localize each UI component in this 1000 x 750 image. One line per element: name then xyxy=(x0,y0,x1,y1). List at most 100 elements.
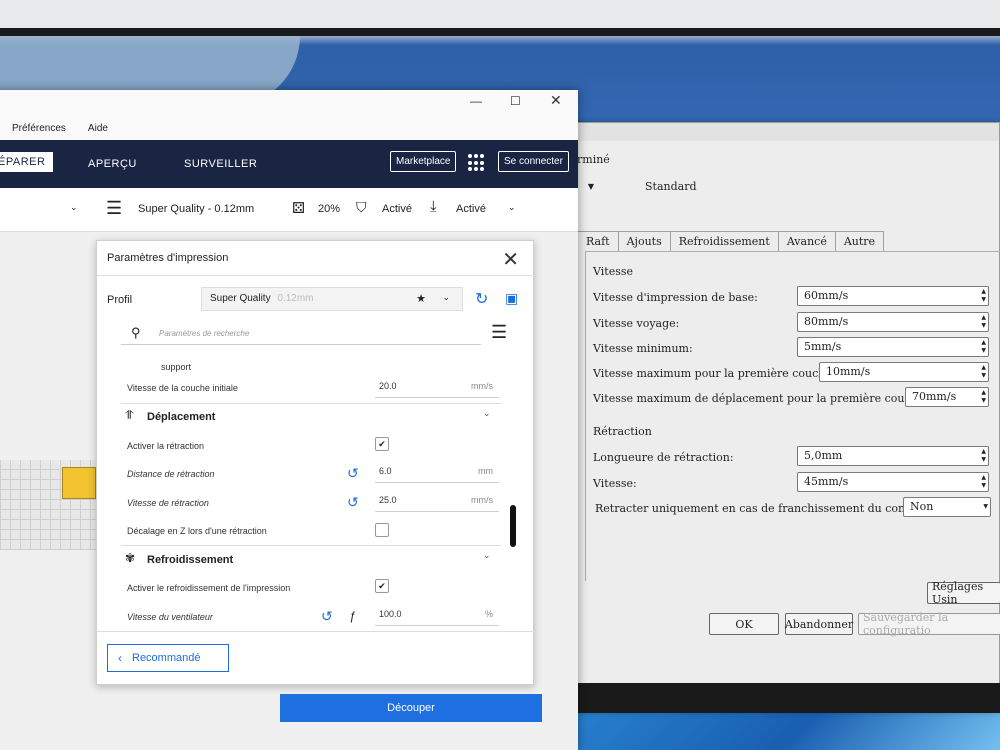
star-icon[interactable]: ★ xyxy=(416,292,426,305)
fan-speed-value: 100.0 xyxy=(379,609,402,619)
chevron-down-icon[interactable]: ⌄ xyxy=(70,202,78,213)
function-icon[interactable]: ƒ xyxy=(349,609,356,623)
recommended-label: Recommandé xyxy=(132,652,201,664)
min-speed-label: Vitesse minimum: xyxy=(593,342,693,355)
travel-speed-label: Vitesse voyage: xyxy=(593,317,680,330)
profile-select-suffix: 0.12mm xyxy=(277,293,314,304)
tab-refroidissement[interactable]: Refroidissement xyxy=(669,231,779,251)
legacy-profile-select[interactable]: ▼ Standard xyxy=(581,175,1000,197)
print-setup-toolbar[interactable]: ⌄ ☰ Super Quality - 0.12mm ⚄ 20% ⛉ Activ… xyxy=(0,188,578,232)
settings-menu-icon[interactable]: ☰ xyxy=(491,322,507,343)
z-hop-checkbox[interactable] xyxy=(375,523,389,537)
legacy-settings-dialog: rminé ▼ Standard Raft Ajouts Refroidisse… xyxy=(560,122,1000,713)
support-icon: ⛉ xyxy=(356,199,367,215)
save-profile-icon[interactable]: ▣ xyxy=(505,290,518,307)
dropdown-arrow-icon: ▼ xyxy=(587,181,595,191)
search-icon: ⚲ xyxy=(131,325,141,340)
spin-arrows-icon[interactable]: ▲ ▼ xyxy=(981,339,986,355)
menu-preferences[interactable]: Préférences xyxy=(12,123,66,134)
spin-arrows-icon[interactable]: ▲ ▼ xyxy=(981,448,986,464)
print-settings-title: Paramètres d'impression xyxy=(107,252,229,264)
retraction-speed-input[interactable]: 25.0 mm/s xyxy=(375,492,499,512)
chevron-left-icon: ‹ xyxy=(118,651,122,665)
initial-layer-speed-input[interactable]: 20.0 mm/s xyxy=(375,378,499,398)
slice-button[interactable]: Découper xyxy=(280,694,542,722)
reset-profile-icon[interactable]: ↻ xyxy=(475,289,488,309)
min-speed-input[interactable]: 5mm/s ▲ ▼ xyxy=(797,337,989,357)
enable-retraction-label: Activer la rétraction xyxy=(127,441,205,451)
spin-arrows-icon[interactable]: ▲ ▼ xyxy=(981,288,986,304)
marketplace-button[interactable]: Marketplace xyxy=(390,151,457,172)
setting-support-label: support xyxy=(161,362,192,372)
first-layer-travel-input[interactable]: 70mm/s ▲ ▼ xyxy=(905,387,989,407)
tab-prepare[interactable]: ÉPARER xyxy=(0,152,54,172)
tab-preview[interactable]: APERÇU xyxy=(88,158,137,170)
travel-category-icon: ⥣ xyxy=(125,408,134,422)
reset-icon[interactable]: ↺ xyxy=(347,465,359,482)
retraction-speed-legacy-value: 45mm/s xyxy=(804,475,849,488)
model-object[interactable] xyxy=(62,467,96,499)
unit-label: mm/s xyxy=(471,495,493,505)
apps-grid-icon[interactable] xyxy=(468,154,486,172)
support-value: Activé xyxy=(382,203,412,215)
sign-in-button[interactable]: Se connecter xyxy=(498,151,569,172)
retraction-length-input[interactable]: 5,0mm ▲ ▼ xyxy=(797,446,989,466)
retract-only-select[interactable]: Non ▼ xyxy=(903,497,991,517)
cancel-button[interactable]: Abandonner xyxy=(785,613,853,635)
legacy-tabbar: Raft Ajouts Refroidissement Avancé Autre xyxy=(577,231,885,251)
retraction-speed-legacy-input[interactable]: 45mm/s ▲ ▼ xyxy=(797,472,989,492)
travel-category[interactable]: Déplacement xyxy=(147,411,215,423)
minimize-icon[interactable]: — xyxy=(470,94,482,108)
retraction-distance-value: 6.0 xyxy=(379,466,392,476)
retraction-distance-input[interactable]: 6.0 mm xyxy=(375,463,499,483)
divider xyxy=(121,545,501,546)
chevron-down-icon[interactable]: ⌄ xyxy=(483,408,491,419)
settings-scrollbar[interactable] xyxy=(510,505,516,547)
maximize-icon[interactable]: ☐ xyxy=(510,94,521,108)
chevron-down-icon[interactable]: ⌄ xyxy=(483,550,491,561)
tab-autre[interactable]: Autre xyxy=(834,231,885,251)
close-icon[interactable]: ✕ xyxy=(502,247,519,272)
ok-button[interactable]: OK xyxy=(709,613,779,635)
close-icon[interactable]: ✕ xyxy=(550,92,562,109)
save-config-button[interactable]: Sauvegarder la configuratio xyxy=(858,611,1000,637)
spin-arrows-icon[interactable]: ▲ ▼ xyxy=(981,364,986,380)
fan-speed-input[interactable]: 100.0% xyxy=(375,606,499,626)
min-speed-value: 5mm/s xyxy=(804,340,842,353)
spin-arrows-icon[interactable]: ▲ ▼ xyxy=(981,474,986,490)
tab-avance[interactable]: Avancé xyxy=(777,231,836,251)
unit-label: % xyxy=(484,609,493,619)
retraction-length-label: Longueure de rétraction: xyxy=(593,451,734,464)
recommended-button[interactable]: ‹ Recommandé xyxy=(107,644,229,672)
cooling-category[interactable]: Refroidissement xyxy=(147,554,233,566)
tab-raft[interactable]: Raft xyxy=(577,231,619,251)
spin-arrows-icon[interactable]: ▲ ▼ xyxy=(981,314,986,330)
retraction-speed-label: Vitesse de rétraction xyxy=(127,498,209,508)
menu-help[interactable]: Aide xyxy=(88,123,108,134)
base-speed-input[interactable]: 60mm/s ▲ ▼ xyxy=(797,286,989,306)
enable-cooling-checkbox[interactable]: ✔ xyxy=(375,579,389,593)
chevron-down-icon[interactable]: ⌄ xyxy=(508,202,516,213)
fan-speed-label: Vitesse du ventilateur xyxy=(127,612,213,622)
spin-arrows-icon[interactable]: ▲ ▼ xyxy=(981,389,986,405)
first-layer-speed-input[interactable]: 10mm/s ▲ ▼ xyxy=(819,362,989,382)
enable-retraction-checkbox[interactable]: ✔ xyxy=(375,437,389,451)
profile-label: Profil xyxy=(107,294,133,306)
retraction-speed-legacy-label: Vitesse: xyxy=(593,477,637,490)
first-layer-travel-value: 70mm/s xyxy=(912,390,957,403)
tab-ajouts[interactable]: Ajouts xyxy=(617,231,671,251)
reset-icon[interactable]: ↺ xyxy=(321,608,333,625)
profile-select-value: Super Quality xyxy=(210,293,271,304)
divider xyxy=(121,403,501,404)
reset-icon[interactable]: ↺ xyxy=(347,494,359,511)
tab-monitor[interactable]: SURVEILLER xyxy=(184,158,257,170)
travel-speed-input[interactable]: 80mm/s ▲ ▼ xyxy=(797,312,989,332)
adhesion-icon: ⤓ xyxy=(430,198,437,215)
retract-only-value: Non xyxy=(910,500,934,513)
profile-select[interactable]: Super Quality 0.12mm ★ ⌄ xyxy=(201,287,463,311)
legacy-titlebar xyxy=(561,123,999,141)
search-input[interactable]: ⚲ Paramètres de recherche xyxy=(121,323,481,345)
retraction-distance-label: Distance de rétraction xyxy=(127,469,215,479)
enable-cooling-label: Activer le refroidissement de l'impressi… xyxy=(127,583,291,593)
factory-settings-button[interactable]: Réglages Usin xyxy=(927,580,1000,606)
